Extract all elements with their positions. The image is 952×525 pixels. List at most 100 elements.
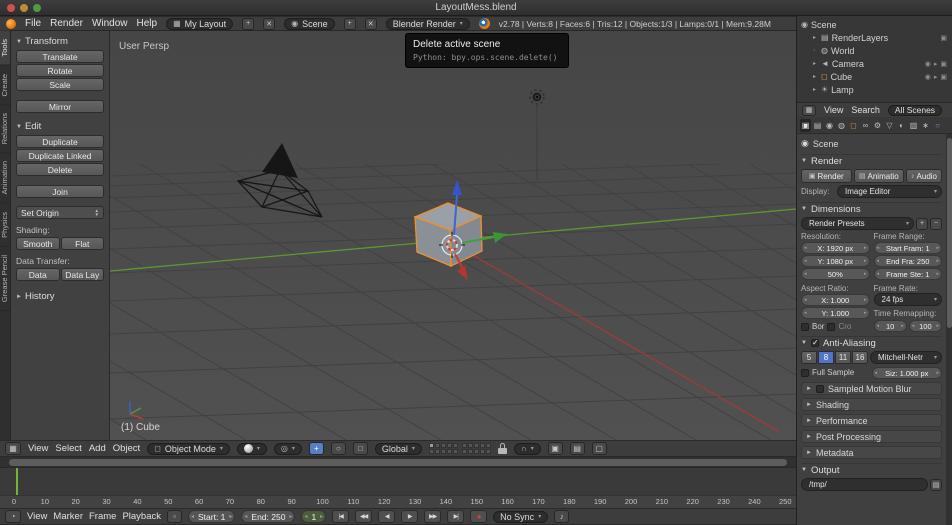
mode-dropdown[interactable]: ◻ Object Mode ▾ [147,442,230,455]
duplicate-linked-button[interactable]: Duplicate Linked [16,149,104,162]
layer-cell[interactable] [485,443,491,448]
outliner-editor-type-icon[interactable]: ▦ [802,104,816,116]
menu-window[interactable]: Window [92,18,128,29]
panel-antialiasing-header[interactable]: ▼ Anti-Aliasing [801,336,942,349]
restrict-view-icon[interactable]: ◉ [925,60,931,68]
join-button[interactable]: Join [16,185,104,198]
delete-button[interactable]: Delete [16,163,104,176]
tab-relations[interactable]: Relations [0,105,10,154]
outliner-view-menu[interactable]: View [824,105,843,115]
world-context-icon[interactable]: ◍ [836,119,847,132]
mirror-button[interactable]: Mirror [16,100,104,113]
tab-tools[interactable]: Tools [0,31,10,66]
layer-cell[interactable] [473,443,479,448]
cube-object[interactable] [413,202,483,268]
frame-start-field[interactable]: Start: 1 [188,510,236,523]
object-menu[interactable]: Object [113,443,140,454]
select-menu[interactable]: Select [55,443,81,454]
render-audio-button[interactable]: ♪ Audio [906,169,942,183]
panel-post-processing[interactable]: ► Post Processing [801,430,942,443]
resolution-y-field[interactable]: Y: 1080 px [801,255,870,267]
aspect-x-field[interactable]: X: 1.000 [801,294,870,306]
lamp-object[interactable] [529,89,545,105]
manipulator-x-head[interactable] [457,266,468,280]
render-image-icon[interactable]: ▣ [547,442,563,455]
layer-cell[interactable] [467,443,473,448]
constraints-context-icon[interactable]: ∞ [860,119,871,132]
view-menu[interactable]: View [28,443,48,454]
layer-cell[interactable] [428,449,434,454]
layer-cell[interactable] [452,443,458,448]
current-frame-field[interactable]: 1 [301,510,327,523]
smooth-button[interactable]: Smooth [16,237,60,250]
render-animation-icon[interactable]: ▤ [569,442,585,455]
scene-selector[interactable]: ◉ Scene [284,17,335,30]
layer-cell[interactable] [479,443,485,448]
panel-metadata[interactable]: ► Metadata [801,446,942,459]
render-animation-button[interactable]: ▤ Animatio [853,169,905,183]
aspect-y-field[interactable]: Y: 1.000 [801,307,870,319]
timeline-ruler[interactable]: 0 10 20 30 40 50 60 70 80 90 100 110 120 130 140 150 160… [0,495,796,508]
layer-cell[interactable] [446,443,452,448]
preview-range-icon[interactable]: ▫ [167,510,182,523]
panel-edit-header[interactable]: ▼ Edit [16,120,104,133]
motion-blur-checkbox[interactable] [815,384,824,393]
viewport-3d[interactable]: User Persp (1) Cube Delete active scene … [110,31,796,440]
add-preset-icon[interactable]: + [916,217,928,230]
aa-size-field[interactable]: Siz: 1.000 px [871,367,942,379]
restrict-render-icon[interactable]: ▣ [940,60,947,68]
material-context-icon[interactable]: ◐ [896,119,907,132]
outliner-display-mode-dropdown[interactable]: All Scenes [887,104,943,116]
render-presets-dropdown[interactable]: Render Presets [801,217,914,230]
render-button[interactable]: ▣ Render [801,169,852,183]
outliner-row-scene[interactable]: ◉ Scene [797,18,952,31]
panel-render-header[interactable]: ▼ Render [801,154,942,167]
manipulator-scale-icon[interactable]: □ [352,442,368,455]
object-data-context-icon[interactable]: ▽ [884,119,895,132]
jump-to-start-button[interactable]: |◀ [332,510,350,523]
timeline-marker-menu[interactable]: Marker [53,511,83,522]
manipulator-z-head[interactable] [452,180,462,195]
tab-physics[interactable]: Physics [0,203,10,247]
expand-icon[interactable]: ▸ [811,60,818,67]
file-browse-icon[interactable]: ▤ [930,478,942,491]
outliner-row-renderlayers[interactable]: ▸ ▤ RenderLayers ▣ [797,31,952,44]
frame-end-field[interactable]: End: 250 [241,510,296,523]
panel-performance[interactable]: ► Performance [801,414,942,427]
remap-old-field[interactable]: 10 [873,320,907,332]
layer-cell[interactable] [485,449,491,454]
editor-type-icon[interactable]: ▦ [5,442,21,455]
timeline-playback-menu[interactable]: Playback [122,511,161,522]
next-keyframe-button[interactable]: ▶▶ [424,510,442,523]
manipulator-y-head[interactable] [493,232,507,243]
snap-dropdown[interactable]: ∩ ▾ [513,442,541,455]
layer-cell[interactable] [452,449,458,454]
pivot-dropdown[interactable]: ◎ ▾ [273,442,302,455]
outliner-row-lamp[interactable]: ▸ ☀ Lamp [797,83,952,96]
scene-context-icon[interactable]: ◉ [824,119,835,132]
rotate-button[interactable]: Rotate [16,64,104,77]
physics-context-icon[interactable]: ○ [932,119,943,132]
render-engine-selector[interactable]: Blender Render ▾ [385,17,470,30]
jump-to-end-button[interactable]: ▶| [447,510,465,523]
frame-start-field[interactable]: Start Fram: 1 [873,242,942,254]
viewport-shading-dropdown[interactable]: ▾ [236,442,267,455]
translate-button[interactable]: Translate [16,50,104,63]
delete-layout-icon[interactable]: ✕ [263,17,276,30]
properties-scrollbar[interactable] [946,134,952,525]
data-layout-button[interactable]: Data Lay [60,268,104,281]
restrict-view-icon[interactable]: ◉ [925,73,931,81]
layer-cell[interactable] [440,443,446,448]
timeline-horizontal-scrollbar[interactable] [0,457,796,468]
scrollbar-thumb[interactable] [947,138,952,328]
modifiers-context-icon[interactable]: ⚙ [872,119,883,132]
timeline-editor[interactable]: 0 10 20 30 40 50 60 70 80 90 100 110 120 130 140 150 160… [0,457,796,508]
tab-animation[interactable]: Animation [0,153,10,204]
scrollbar-thumb[interactable] [9,459,787,466]
lock-icon[interactable] [497,443,507,454]
frame-end-field[interactable]: End Fra: 250 [873,255,942,267]
restrict-render-icon[interactable]: ▣ [940,34,947,42]
restrict-select-icon[interactable]: ▸ [934,60,938,68]
outliner-row-cube[interactable]: ▸ ◻ Cube ◉ ▸ ▣ [797,70,952,83]
expand-icon[interactable]: ▸ [811,73,818,80]
